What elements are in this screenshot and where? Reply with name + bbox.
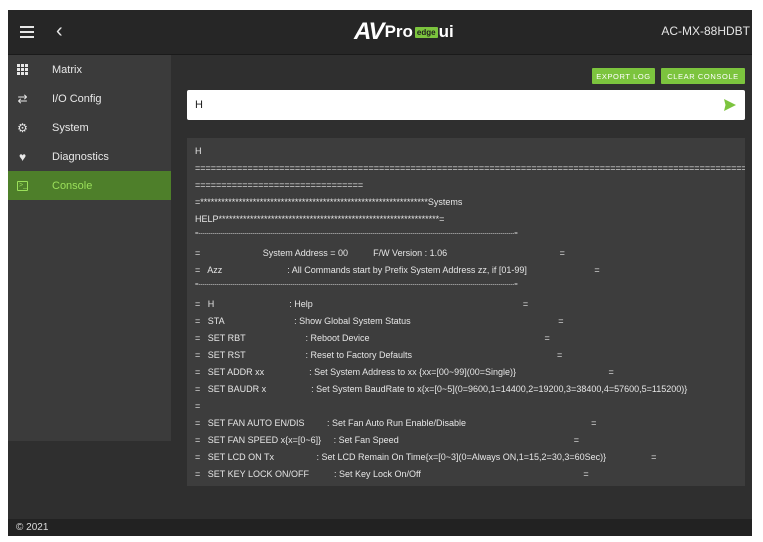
copyright-text: © 2021	[16, 522, 49, 533]
sidebar-item-console[interactable]: >_ Console	[8, 171, 171, 200]
sidebar-item-label: I/O Config	[52, 92, 102, 105]
footer: © 2021	[8, 519, 752, 536]
console-line: ================================	[195, 180, 364, 190]
avpro-logo: AV Pro edge ui	[354, 18, 454, 45]
grid-icon	[16, 63, 29, 76]
hamburger-menu-icon[interactable]	[20, 26, 34, 38]
app-window: ‹ AV Pro edge ui AC-MX-88HDBT Matrix ⇄ I…	[8, 10, 752, 536]
console-line: H	[195, 146, 202, 156]
console-line: = SET RST : Reset to Factory Defaults =	[195, 350, 563, 360]
console-line: ========================================…	[195, 163, 745, 173]
back-chevron-icon[interactable]: ‹	[56, 20, 63, 42]
command-input[interactable]: H	[187, 90, 745, 120]
console-line: HELP************************************…	[195, 214, 445, 224]
sidebar-item-label: Matrix	[52, 63, 82, 76]
console-line: =	[195, 401, 201, 411]
sidebar-item-matrix[interactable]: Matrix	[8, 55, 171, 84]
console-line: = SET ADDR xx : Set System Address to xx…	[195, 367, 614, 377]
sidebar-item-system[interactable]: ⚙ System	[8, 113, 171, 142]
console-line: = System Address = 00 F/W Version : 1.06…	[195, 248, 565, 258]
swap-arrows-icon: ⇄	[17, 91, 28, 106]
console-line: = STA : Show Global System Status =	[195, 316, 564, 326]
console-line: = SET BAUDR x : Set System BaudRate to x…	[195, 384, 688, 394]
heart-pulse-icon: ♥	[18, 149, 27, 164]
command-input-value: H	[195, 99, 203, 111]
sidebar-item-label: Console	[52, 179, 93, 192]
device-model-label: AC-MX-88HDBT	[661, 24, 750, 38]
console-line: = SET FAN AUTO EN/DIS : Set Fan Auto Run…	[195, 418, 597, 428]
send-icon[interactable]	[723, 98, 737, 112]
gear-icon: ⚙	[17, 120, 28, 135]
sidebar-item-diagnostics[interactable]: ♥ Diagnostics	[8, 142, 171, 171]
console-line: =---------------------------------------…	[195, 282, 518, 288]
console-line: =---------------------------------------…	[195, 231, 518, 237]
console-line: =***************************************…	[195, 197, 463, 207]
console-line: = SET LCD ON Tx : Set LCD Remain On Time…	[195, 452, 657, 462]
export-log-button[interactable]: EXPORT LOG	[592, 68, 655, 84]
console-line: = SET FAN SPEED x{x=[0~6]} : Set Fan Spe…	[195, 435, 579, 445]
console-line: = H : Help =	[195, 299, 529, 309]
top-app-bar: ‹ AV Pro edge ui AC-MX-88HDBT	[8, 10, 752, 55]
sidebar-item-label: System	[52, 121, 89, 134]
console-line: = Azz : All Commands start by Prefix Sys…	[195, 265, 600, 275]
sidebar: Matrix ⇄ I/O Config ⚙ System ♥ Diagnosti…	[8, 55, 171, 441]
console-output: H ======================================…	[187, 138, 745, 486]
sidebar-item-label: Diagnostics	[52, 150, 109, 163]
console-line: = SET RBT : Reboot Device =	[195, 333, 550, 343]
console-line: = SET KEY LOCK ON/OFF : Set Key Lock On/…	[195, 469, 589, 479]
terminal-icon: >_	[17, 180, 28, 191]
sidebar-item-io-config[interactable]: ⇄ I/O Config	[8, 84, 171, 113]
clear-console-button[interactable]: CLEAR CONSOLE	[661, 68, 745, 84]
